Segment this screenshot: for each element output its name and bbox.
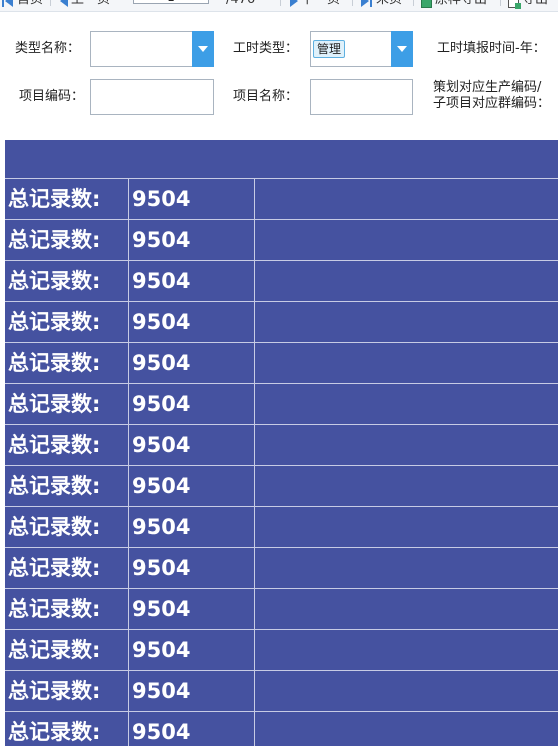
export-page-icon <box>508 0 521 9</box>
prev-page-button[interactable]: 上一页 <box>60 0 110 12</box>
project-code-input[interactable] <box>90 79 214 115</box>
table-row: 总记录数: 9504 <box>5 588 558 629</box>
empty-cell <box>255 548 558 588</box>
total-records-value: 9504 <box>129 220 255 260</box>
report-time-label: 工时填报时间-年： <box>437 41 546 56</box>
empty-cell <box>255 671 558 711</box>
total-records-label: 总记录数: <box>5 712 129 746</box>
next-page-icon <box>290 0 298 7</box>
hours-type-tag[interactable]: 管理 <box>313 40 346 58</box>
total-records-label: 总记录数: <box>5 466 129 506</box>
project-name-label: 项目名称： <box>233 89 299 104</box>
total-records-value: 9504 <box>129 261 255 301</box>
toolbar-divider <box>413 0 414 6</box>
plan-code-label-line1: 策划对应生产编码/ <box>433 80 542 95</box>
total-records-value: 9504 <box>129 671 255 711</box>
hours-type-select[interactable]: 管理 <box>310 31 413 67</box>
hours-type-label: 工时类型： <box>233 41 299 56</box>
export-original-button[interactable]: 原样导出 <box>421 0 487 12</box>
export-label: 导出 <box>522 0 548 8</box>
total-records-value: 9504 <box>129 384 255 424</box>
total-records-value: 9504 <box>129 548 255 588</box>
last-page-button[interactable]: 末页 <box>361 0 402 12</box>
project-name-input[interactable] <box>310 79 413 115</box>
empty-cell <box>255 302 558 342</box>
table-row: 总记录数: 9504 <box>5 178 558 219</box>
empty-cell <box>255 384 558 424</box>
page-total-label: /476 <box>226 0 255 8</box>
last-page-label: 末页 <box>376 0 402 8</box>
page-number-input[interactable] <box>133 0 209 4</box>
table-row: 总记录数: 9504 <box>5 711 558 746</box>
total-records-label: 总记录数: <box>5 548 129 588</box>
total-records-value: 9504 <box>129 179 255 219</box>
table-row: 总记录数: 9504 <box>5 383 558 424</box>
empty-cell <box>255 589 558 629</box>
total-records-value: 9504 <box>129 466 255 506</box>
empty-cell <box>255 507 558 547</box>
empty-cell <box>255 343 558 383</box>
empty-cell <box>255 261 558 301</box>
table-row: 总记录数: 9504 <box>5 219 558 260</box>
last-page-icon <box>361 0 373 7</box>
total-records-label: 总记录数: <box>5 261 129 301</box>
total-records-label: 总记录数: <box>5 425 129 465</box>
prev-page-icon <box>60 0 68 7</box>
type-name-select[interactable] <box>90 31 214 67</box>
empty-cell <box>255 179 558 219</box>
total-records-label: 总记录数: <box>5 220 129 260</box>
total-records-label: 总记录数: <box>5 630 129 670</box>
empty-cell <box>255 425 558 465</box>
export-button[interactable]: 导出 <box>508 0 548 12</box>
empty-cell <box>255 712 558 746</box>
table-row: 总记录数: 9504 <box>5 342 558 383</box>
total-records-value: 9504 <box>129 507 255 547</box>
chevron-down-icon[interactable] <box>391 31 413 67</box>
project-code-label: 项目编码： <box>19 89 85 104</box>
next-page-button[interactable]: 下一页 <box>290 0 340 12</box>
table-row: 总记录数: 9504 <box>5 547 558 588</box>
first-page-label: 首页 <box>17 0 43 8</box>
pagination-toolbar: 首页 上一页 /476 下一页 末页 原样导出 导出 <box>0 0 558 12</box>
table-row: 总记录数: 9504 <box>5 301 558 342</box>
total-records-value: 9504 <box>129 302 255 342</box>
total-records-label: 总记录数: <box>5 384 129 424</box>
total-records-label: 总记录数: <box>5 343 129 383</box>
total-records-label: 总记录数: <box>5 179 129 219</box>
table-row: 总记录数: 9504 <box>5 629 558 670</box>
empty-cell <box>255 220 558 260</box>
table-row: 总记录数: 9504 <box>5 465 558 506</box>
table-row: 总记录数: 9504 <box>5 506 558 547</box>
total-records-label: 总记录数: <box>5 671 129 711</box>
type-name-label: 类型名称： <box>15 41 81 56</box>
excel-export-icon <box>421 0 432 8</box>
empty-cell <box>255 630 558 670</box>
table-row: 总记录数: 9504 <box>5 424 558 465</box>
total-records-value: 9504 <box>129 712 255 746</box>
total-records-value: 9504 <box>129 425 255 465</box>
report-header <box>5 140 558 178</box>
total-records-value: 9504 <box>129 343 255 383</box>
total-records-label: 总记录数: <box>5 589 129 629</box>
chevron-down-icon[interactable] <box>192 31 214 67</box>
next-page-label: 下一页 <box>301 0 340 8</box>
toolbar-divider <box>500 0 501 6</box>
toolbar-divider <box>352 0 353 6</box>
table-row: 总记录数: 9504 <box>5 260 558 301</box>
toolbar-divider <box>50 0 51 6</box>
total-records-value: 9504 <box>129 589 255 629</box>
table-row: 总记录数: 9504 <box>5 670 558 711</box>
total-records-value: 9504 <box>129 630 255 670</box>
plan-code-label-line2: 子项目对应群编码： <box>433 96 551 111</box>
export-original-label: 原样导出 <box>435 0 487 8</box>
first-page-icon <box>2 0 14 7</box>
report-table: 总记录数: 9504 总记录数: 9504 总记录数: 9504 总记录数: 9504 总记录数… <box>5 140 558 746</box>
empty-cell <box>255 466 558 506</box>
total-records-label: 总记录数: <box>5 302 129 342</box>
prev-page-label: 上一页 <box>71 0 110 8</box>
toolbar-divider <box>280 0 281 6</box>
first-page-button[interactable]: 首页 <box>2 0 43 12</box>
page-total: /476 <box>226 0 255 12</box>
total-records-label: 总记录数: <box>5 507 129 547</box>
